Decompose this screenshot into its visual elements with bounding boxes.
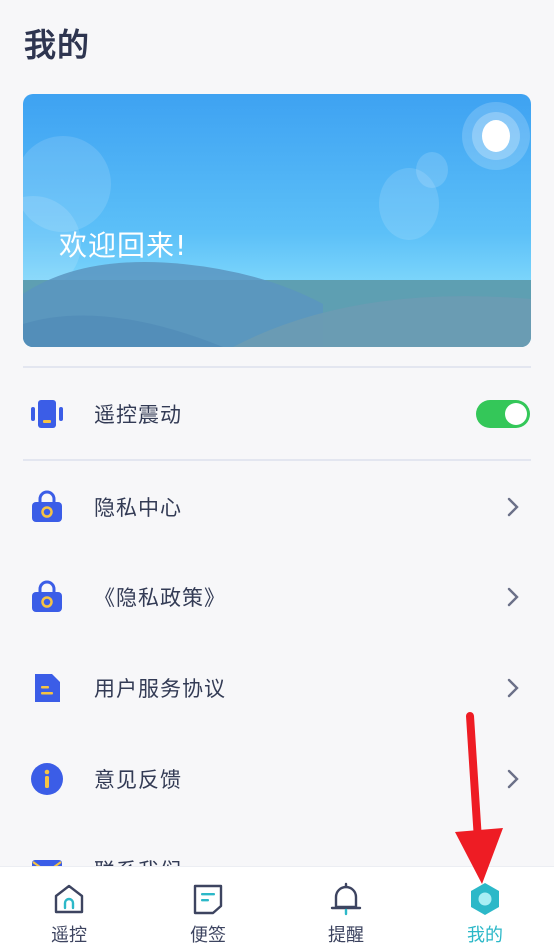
menu-item-privacy-policy[interactable]: 《隐私政策》 (0, 552, 554, 642)
chevron-right-icon (507, 587, 519, 607)
menu-item-privacy-center[interactable]: 隐私中心 (0, 462, 554, 552)
tab-profile[interactable]: 我的 (416, 867, 554, 952)
welcome-banner: 欢迎回来! (23, 94, 531, 347)
tab-label: 提醒 (328, 925, 364, 946)
chevron-right-icon (507, 769, 519, 789)
menu-item-label: 用户服务协议 (94, 677, 226, 701)
info-icon (30, 762, 64, 796)
tab-label: 遥控 (51, 925, 87, 946)
tab-notes[interactable]: 便签 (139, 867, 277, 952)
banner-illustration (23, 102, 531, 347)
menu-item-user-agreement[interactable]: 用户服务协议 (0, 643, 554, 733)
remote-vibrate-label: 遥控震动 (94, 403, 182, 427)
setting-row-remote-vibrate: 遥控震动 (0, 369, 554, 459)
remote-icon (30, 397, 64, 431)
page-title: 我的 (24, 26, 91, 64)
menu-item-feedback[interactable]: 意见反馈 (0, 734, 554, 824)
menu-item-label: 隐私中心 (94, 496, 182, 520)
banner-welcome-text: 欢迎回来! (59, 229, 188, 262)
tab-label: 便签 (190, 925, 226, 946)
divider (23, 459, 531, 461)
bottom-tab-bar: 遥控 便签 提醒 我的 (0, 866, 554, 952)
chevron-right-icon (507, 497, 519, 517)
note-icon (190, 881, 226, 917)
tab-reminders[interactable]: 提醒 (277, 867, 415, 952)
remote-vibrate-toggle[interactable] (476, 400, 530, 428)
profile-icon (467, 881, 503, 917)
bell-icon (328, 881, 364, 917)
divider (23, 366, 531, 368)
tab-label: 我的 (467, 925, 503, 946)
menu-item-label: 意见反馈 (94, 768, 182, 792)
home-icon (51, 881, 87, 917)
chevron-right-icon (507, 678, 519, 698)
tab-remote[interactable]: 遥控 (0, 867, 138, 952)
menu-item-label: 《隐私政策》 (94, 586, 226, 610)
lock-icon (30, 490, 64, 524)
lock-icon (30, 580, 64, 614)
document-icon (30, 671, 64, 705)
